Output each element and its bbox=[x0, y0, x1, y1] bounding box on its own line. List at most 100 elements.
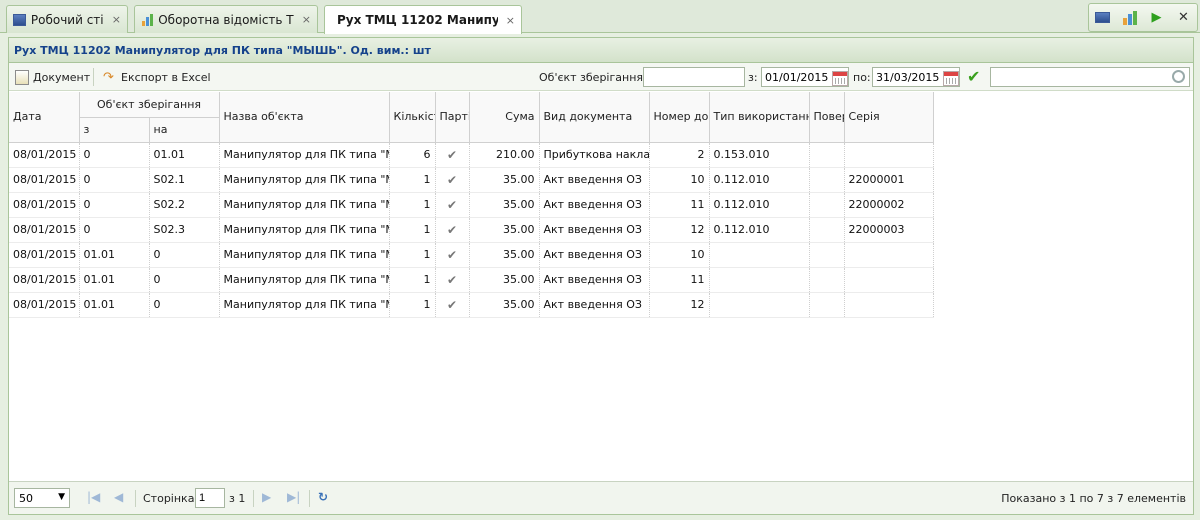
col-header-to[interactable]: на bbox=[149, 117, 220, 143]
cell-pove bbox=[809, 242, 845, 268]
close-icon[interactable]: ✕ bbox=[1175, 10, 1193, 26]
from-date-field[interactable]: 01/01/2015 bbox=[761, 67, 849, 87]
cell-usage bbox=[709, 242, 810, 268]
cell-name: Манипулятор для ПК типа "МЫШЬ" bbox=[219, 167, 390, 193]
next-page-icon[interactable]: ▶ bbox=[262, 490, 271, 504]
cell-doc-type: Акт введення ОЗ bbox=[539, 192, 650, 218]
app-window: Робочий стіл × Оборотна відомість ТМЦ × … bbox=[0, 0, 1200, 520]
col-header-series[interactable]: Серія bbox=[844, 92, 934, 143]
page-size-select[interactable]: 50 ▼ bbox=[14, 488, 70, 508]
col-header-from[interactable]: з bbox=[79, 117, 150, 143]
export-label: Експорт в Excel bbox=[121, 70, 211, 84]
cell-sum: 35.00 bbox=[469, 267, 540, 293]
document-label: Документ bbox=[33, 70, 91, 84]
desktop-icon[interactable] bbox=[1094, 10, 1112, 26]
cell-date: 08/01/2015 bbox=[9, 192, 80, 218]
table-row[interactable]: 08/01/2015 0 S02.3 Манипулятор для ПК типа … bbox=[9, 217, 934, 243]
storage-label: Об'єкт зберігання: bbox=[539, 71, 647, 84]
movement-grid: Дата Об'єкт зберігання Назва об'єкта Кіл… bbox=[9, 92, 1193, 480]
first-page-icon[interactable]: |◀ bbox=[87, 490, 100, 504]
cell-to: 01.01 bbox=[149, 142, 220, 168]
cell-usage bbox=[709, 292, 810, 318]
storage-input[interactable] bbox=[643, 67, 745, 87]
cell-doc-no: 10 bbox=[649, 167, 710, 193]
col-header-sum[interactable]: Сума bbox=[469, 92, 540, 143]
tab-desktop[interactable]: Робочий стіл × bbox=[6, 5, 128, 33]
apply-check-icon[interactable]: ✔ bbox=[967, 67, 980, 86]
table-row[interactable]: 08/01/2015 0 S02.2 Манипулятор для ПК типа … bbox=[9, 192, 934, 218]
cell-doc-type: Акт введення ОЗ bbox=[539, 267, 650, 293]
cell-pove bbox=[809, 292, 845, 318]
paging-toolbar: 50 ▼ |◀ ◀ Сторінка з 1 ▶ ▶| ↻ Показано з… bbox=[9, 481, 1193, 514]
col-header-date[interactable]: Дата bbox=[9, 92, 80, 143]
col-header-pove[interactable]: Повер. bbox=[809, 92, 845, 143]
col-header-party[interactable]: Партія bbox=[435, 92, 470, 143]
table-row[interactable]: 08/01/2015 01.01 0 Манипулятор для ПК типа … bbox=[9, 242, 934, 268]
cell-date: 08/01/2015 bbox=[9, 242, 80, 268]
col-header-qty[interactable]: Кількість bbox=[389, 92, 436, 143]
cell-party: ✔ bbox=[435, 217, 470, 243]
col-header-usage[interactable]: Тип використання bbox=[709, 92, 810, 143]
export-excel-button[interactable]: ↷ Експорт в Excel bbox=[103, 68, 211, 86]
cell-pove bbox=[809, 192, 845, 218]
cell-qty: 1 bbox=[389, 267, 436, 293]
cell-to: 0 bbox=[149, 267, 220, 293]
col-header-doc-no[interactable]: Номер документа bbox=[649, 92, 710, 143]
cell-doc-no: 2 bbox=[649, 142, 710, 168]
cell-series bbox=[844, 242, 934, 268]
search-input[interactable] bbox=[990, 67, 1190, 87]
tab-movement[interactable]: Рух ТМЦ 11202 Манипуля... × bbox=[324, 5, 522, 34]
calendar-icon[interactable] bbox=[832, 71, 848, 86]
close-icon[interactable]: × bbox=[112, 13, 121, 26]
cell-qty: 1 bbox=[389, 167, 436, 193]
cell-doc-no: 11 bbox=[649, 192, 710, 218]
paging-info: Показано з 1 по 7 з 7 елементів bbox=[1001, 492, 1186, 505]
export-icon: ↷ bbox=[103, 69, 114, 85]
calendar-icon[interactable] bbox=[943, 71, 959, 86]
prev-page-icon[interactable]: ◀ bbox=[114, 490, 123, 504]
document-button[interactable]: Документ bbox=[15, 68, 90, 86]
cell-pove bbox=[809, 142, 845, 168]
cell-date: 08/01/2015 bbox=[9, 292, 80, 318]
table-row[interactable]: 08/01/2015 0 01.01 Манипулятор для ПК типа … bbox=[9, 142, 934, 168]
refresh-icon[interactable]: ↻ bbox=[318, 490, 328, 504]
to-label: по: bbox=[853, 71, 871, 84]
search-icon[interactable] bbox=[1172, 70, 1185, 83]
table-row[interactable]: 08/01/2015 01.01 0 Манипулятор для ПК типа … bbox=[9, 267, 934, 293]
page-number-input[interactable] bbox=[195, 488, 225, 508]
tab-turnover[interactable]: Оборотна відомість ТМЦ × bbox=[134, 5, 318, 33]
table-row[interactable]: 08/01/2015 0 S02.1 Манипулятор для ПК типа … bbox=[9, 167, 934, 193]
close-icon[interactable]: × bbox=[506, 14, 515, 27]
col-header-name[interactable]: Назва об'єкта bbox=[219, 92, 390, 143]
cell-usage: 0.112.010 bbox=[709, 167, 810, 193]
bar-chart-icon[interactable] bbox=[1121, 10, 1139, 26]
cell-from: 01.01 bbox=[79, 292, 150, 318]
desktop-icon bbox=[13, 13, 26, 26]
cell-pove bbox=[809, 167, 845, 193]
cell-doc-no: 12 bbox=[649, 217, 710, 243]
cell-from: 01.01 bbox=[79, 267, 150, 293]
cell-date: 08/01/2015 bbox=[9, 217, 80, 243]
cell-name: Манипулятор для ПК типа "МЫШЬ" bbox=[219, 142, 390, 168]
page-total-label: з 1 bbox=[229, 492, 246, 505]
cell-qty: 6 bbox=[389, 142, 436, 168]
cell-series bbox=[844, 292, 934, 318]
cell-to: S02.1 bbox=[149, 167, 220, 193]
report-panel: Рух ТМЦ 11202 Манипулятор для ПК типа "М… bbox=[8, 37, 1194, 515]
page-title: Рух ТМЦ 11202 Манипулятор для ПК типа "М… bbox=[9, 38, 1193, 63]
cell-sum: 35.00 bbox=[469, 242, 540, 268]
bar-chart-icon bbox=[141, 13, 153, 26]
table-row[interactable]: 08/01/2015 01.01 0 Манипулятор для ПК типа … bbox=[9, 292, 934, 318]
cell-from: 0 bbox=[79, 142, 150, 168]
cell-pove bbox=[809, 267, 845, 293]
to-date-field[interactable]: 31/03/2015 bbox=[872, 67, 960, 87]
to-date-value: 31/03/2015 bbox=[876, 71, 940, 84]
close-icon[interactable]: × bbox=[302, 13, 311, 26]
last-page-icon[interactable]: ▶| bbox=[287, 490, 300, 504]
tab-label: Рух ТМЦ 11202 Манипуля... bbox=[337, 13, 498, 27]
play-icon[interactable]: ▶ bbox=[1148, 10, 1166, 26]
cell-qty: 1 bbox=[389, 217, 436, 243]
from-date-value: 01/01/2015 bbox=[765, 71, 829, 84]
col-header-doc-type[interactable]: Вид документа bbox=[539, 92, 650, 143]
tab-label: Оборотна відомість ТМЦ bbox=[158, 12, 294, 27]
